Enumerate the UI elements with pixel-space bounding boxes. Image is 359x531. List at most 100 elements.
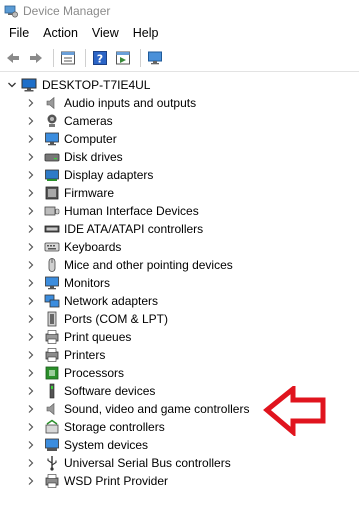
wsd-printer-icon bbox=[44, 473, 60, 489]
system-device-icon bbox=[44, 437, 60, 453]
tree-category-row[interactable]: IDE ATA/ATAPI controllers bbox=[0, 220, 359, 238]
menu-action[interactable]: Action bbox=[36, 23, 85, 43]
expand-chevron-icon[interactable] bbox=[26, 458, 36, 468]
svg-text:?: ? bbox=[97, 52, 103, 65]
expand-chevron-icon[interactable] bbox=[26, 278, 36, 288]
tree-category-row[interactable]: Mice and other pointing devices bbox=[0, 256, 359, 274]
firmware-icon bbox=[44, 185, 60, 201]
device-manager-icon bbox=[4, 5, 18, 18]
tree-root[interactable]: DESKTOP-T7IE4UL bbox=[0, 76, 359, 94]
collapse-chevron-icon[interactable] bbox=[7, 80, 17, 90]
forward-button[interactable] bbox=[26, 48, 46, 68]
display-adapter-icon bbox=[44, 167, 60, 183]
tree-category-row[interactable]: Human Interface Devices bbox=[0, 202, 359, 220]
tree-category-row[interactable]: Network adapters bbox=[0, 292, 359, 310]
tree-category-row[interactable]: Computer bbox=[0, 130, 359, 148]
scan-hardware-button[interactable] bbox=[145, 48, 165, 68]
menu-view[interactable]: View bbox=[85, 23, 126, 43]
expand-chevron-icon[interactable] bbox=[26, 422, 36, 432]
tree-category-label: IDE ATA/ATAPI controllers bbox=[64, 222, 204, 236]
tree-category-label: Sound, video and game controllers bbox=[64, 402, 250, 416]
expand-chevron-icon[interactable] bbox=[26, 440, 36, 450]
expand-chevron-icon[interactable] bbox=[26, 98, 36, 108]
hid-icon bbox=[44, 203, 60, 219]
tree-category-row[interactable]: Universal Serial Bus controllers bbox=[0, 454, 359, 472]
expand-chevron-icon[interactable] bbox=[26, 296, 36, 306]
title-bar: Device Manager bbox=[0, 0, 359, 22]
tree-category-label: Firmware bbox=[64, 186, 114, 200]
tree-category-label: Print queues bbox=[64, 330, 132, 344]
device-view-button[interactable] bbox=[113, 48, 133, 68]
toolbar-separator bbox=[53, 48, 54, 67]
expand-chevron-icon[interactable] bbox=[26, 260, 36, 270]
toolbar-separator bbox=[140, 48, 141, 67]
tree-category-label: Ports (COM & LPT) bbox=[64, 312, 169, 326]
storage-controller-icon bbox=[44, 419, 60, 435]
tree-category-label: Keyboards bbox=[64, 240, 122, 254]
properties-icon bbox=[61, 51, 75, 64]
expand-chevron-icon[interactable] bbox=[26, 314, 36, 324]
tree-category-row[interactable]: Display adapters bbox=[0, 166, 359, 184]
tree-category-label: Printers bbox=[64, 348, 106, 362]
expand-chevron-icon[interactable] bbox=[26, 386, 36, 396]
speaker-icon bbox=[44, 401, 60, 417]
tree-category-label: Mice and other pointing devices bbox=[64, 258, 233, 272]
tree-category-label: Cameras bbox=[64, 114, 113, 128]
tree-category-row[interactable]: Audio inputs and outputs bbox=[0, 94, 359, 112]
window-title: Device Manager bbox=[23, 4, 111, 18]
network-adapter-icon bbox=[44, 293, 60, 309]
back-arrow-icon bbox=[7, 52, 19, 63]
expand-chevron-icon[interactable] bbox=[26, 188, 36, 198]
printer-icon bbox=[44, 347, 60, 363]
scan-hardware-icon bbox=[148, 51, 162, 64]
expand-chevron-icon[interactable] bbox=[26, 152, 36, 162]
tree-category-row[interactable]: Ports (COM & LPT) bbox=[0, 310, 359, 328]
monitor-icon bbox=[44, 131, 60, 147]
expand-chevron-icon[interactable] bbox=[26, 206, 36, 216]
help-button[interactable]: ? bbox=[90, 48, 110, 68]
expand-chevron-icon[interactable] bbox=[26, 134, 36, 144]
computer-icon bbox=[21, 77, 37, 93]
print-queue-icon bbox=[44, 329, 60, 345]
menu-help[interactable]: Help bbox=[126, 23, 166, 43]
expand-chevron-icon[interactable] bbox=[26, 224, 36, 234]
tree-category-row[interactable]: Keyboards bbox=[0, 238, 359, 256]
tree-category-label: Software devices bbox=[64, 384, 156, 398]
properties-button[interactable] bbox=[58, 48, 78, 68]
menu-file[interactable]: File bbox=[2, 23, 36, 43]
disk-drive-icon bbox=[44, 149, 60, 165]
tree-category-row[interactable]: Processors bbox=[0, 364, 359, 382]
tree-category-row[interactable]: System devices bbox=[0, 436, 359, 454]
expand-chevron-icon[interactable] bbox=[26, 242, 36, 252]
software-device-icon bbox=[44, 383, 60, 399]
computer-name: DESKTOP-T7IE4UL bbox=[42, 78, 151, 92]
port-icon bbox=[44, 311, 60, 327]
tree-category-row[interactable]: WSD Print Provider bbox=[0, 472, 359, 490]
ide-controller-icon bbox=[44, 221, 60, 237]
tree-category-label: Storage controllers bbox=[64, 420, 165, 434]
expand-chevron-icon[interactable] bbox=[26, 476, 36, 486]
tree-category-row[interactable]: Printers bbox=[0, 346, 359, 364]
toolbar: ? bbox=[0, 44, 359, 72]
expand-chevron-icon[interactable] bbox=[26, 404, 36, 414]
expand-chevron-icon[interactable] bbox=[26, 350, 36, 360]
expand-chevron-icon[interactable] bbox=[26, 116, 36, 126]
tree-category-label: Display adapters bbox=[64, 168, 154, 182]
tree-category-row[interactable]: Disk drives bbox=[0, 148, 359, 166]
tree-category-label: Processors bbox=[64, 366, 125, 380]
back-button[interactable] bbox=[3, 48, 23, 68]
expand-chevron-icon[interactable] bbox=[26, 332, 36, 342]
mouse-icon bbox=[44, 257, 60, 273]
expand-chevron-icon[interactable] bbox=[26, 368, 36, 378]
help-icon: ? bbox=[93, 50, 107, 65]
tree-category-row[interactable]: Monitors bbox=[0, 274, 359, 292]
tree-category-row[interactable]: Print queues bbox=[0, 328, 359, 346]
processor-icon bbox=[44, 365, 60, 381]
monitor-icon bbox=[44, 275, 60, 291]
usb-icon bbox=[44, 455, 60, 471]
speaker-icon bbox=[44, 95, 60, 111]
tree-category-row[interactable]: Cameras bbox=[0, 112, 359, 130]
forward-arrow-icon bbox=[30, 52, 42, 63]
tree-category-row[interactable]: Firmware bbox=[0, 184, 359, 202]
expand-chevron-icon[interactable] bbox=[26, 170, 36, 180]
